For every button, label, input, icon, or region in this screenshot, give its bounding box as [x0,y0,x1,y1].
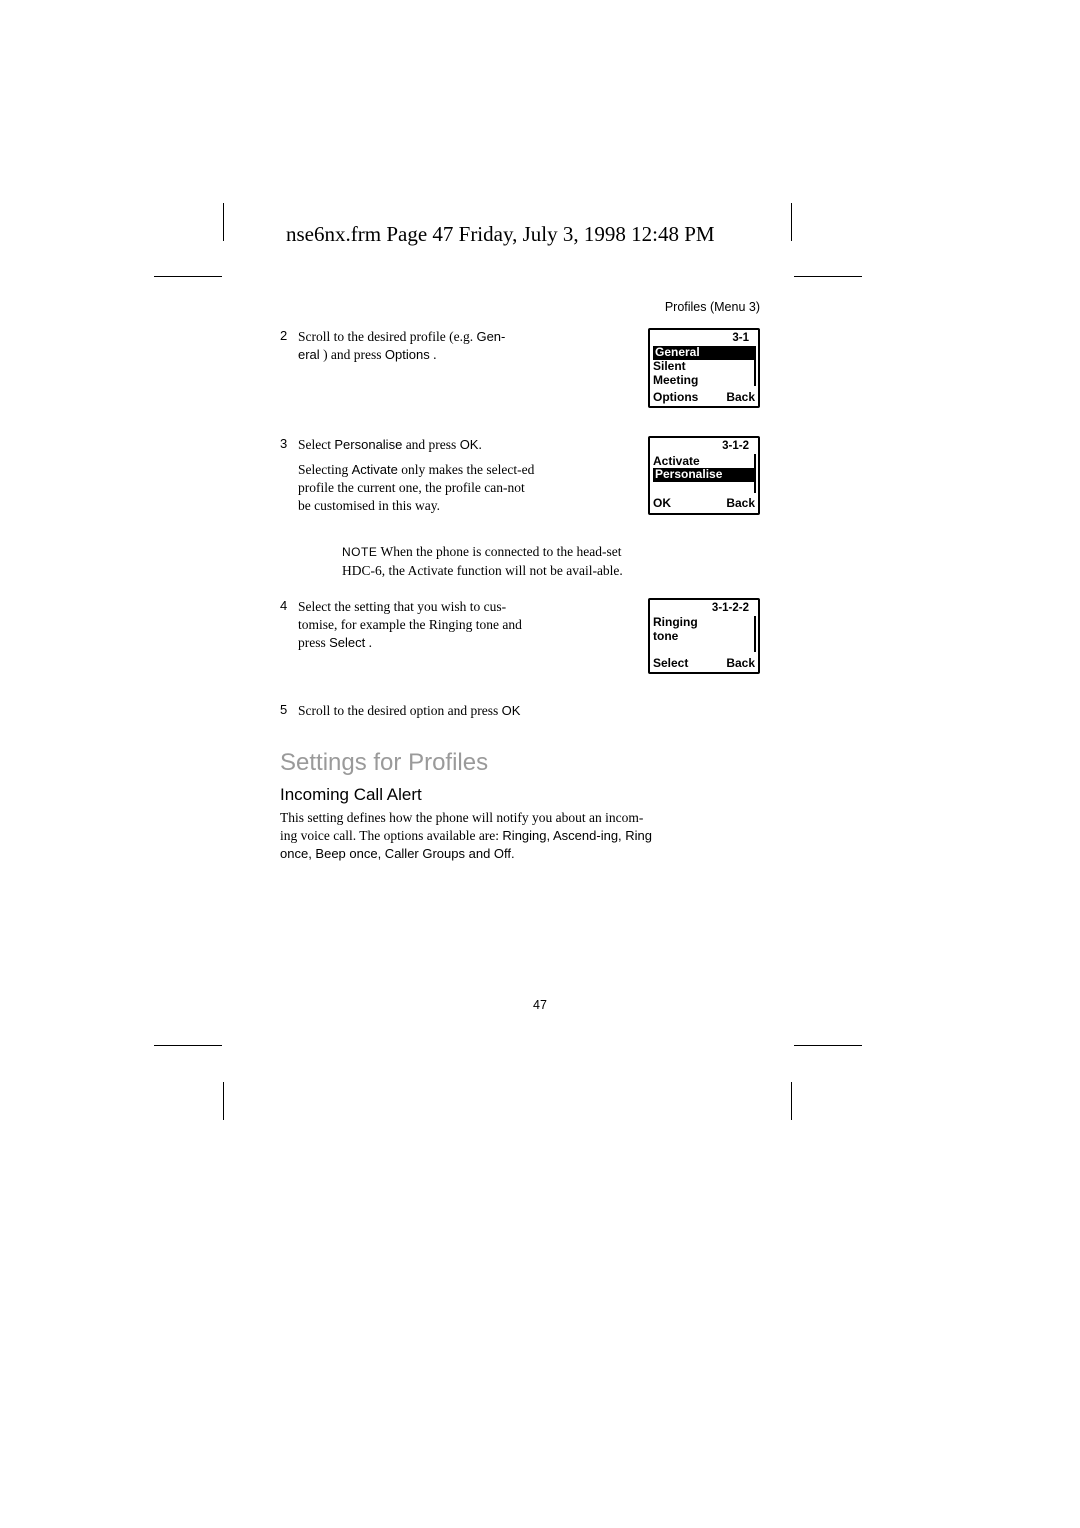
option-activate: Activate [653,455,755,469]
section-header: Profiles (Menu 3) [665,300,760,314]
profile-meeting: Meeting [653,374,755,388]
page-content: Profiles (Menu 3) 2 Scroll to the desire… [280,300,760,863]
section-heading: Settings for Profiles [280,749,760,777]
step-paragraph: Selecting Activate only makes the select… [298,461,538,516]
softkey-back: Back [726,391,755,405]
note-block: NOTE When the phone is connected to the … [330,543,760,579]
softkey-options: Options [653,391,698,405]
ringing-tone-label: Ringing [653,616,755,630]
softkey-back: Back [726,657,755,671]
ringing-tone-label2: tone [653,630,755,644]
crop-line-tl-v [223,203,224,241]
step-number: 4 [280,598,298,613]
sub-heading: Incoming Call Alert [280,785,760,805]
softkey-select: Select [653,657,688,671]
phone-screen-options: 3-1-2 Activate Personalise OK Back [648,436,760,515]
step-text: Scroll to the desired profile (e.g. Gen-… [298,328,505,364]
softkey-ok: OK [653,497,671,511]
option-personalise-selected: Personalise [653,468,755,482]
page-number: 47 [533,998,547,1012]
crop-line-br-v [791,1082,792,1120]
body-paragraph: This setting defines how the phone will … [280,809,660,864]
step-text: Select Personalise and press OK. [298,436,482,454]
crop-line-bl-h [154,1045,222,1046]
crop-line-tl-h [154,276,222,277]
softkey-back: Back [726,497,755,511]
profile-silent: Silent [653,360,755,374]
crop-line-tr-h [794,276,862,277]
profile-general-selected: General [653,346,755,360]
step-text: Select the setting that you wish to cus-… [298,598,538,653]
note-text: NOTE When the phone is connected to the … [342,543,652,579]
step-number: 3 [280,436,298,451]
phone-screen-ringing: 3-1-2-2 Ringing tone Select Back [648,598,760,675]
crop-line-tr-v [791,203,792,241]
step-number: 2 [280,328,298,343]
frm-header: nse6nx.frm Page 47 Friday, July 3, 1998 … [286,222,715,247]
phone-screen-profiles: 3-1 General Silent Meeting Options Back [648,328,760,408]
step-text: Scroll to the desired option and press O… [298,702,520,720]
step-number: 5 [280,702,298,717]
crop-line-br-h [794,1045,862,1046]
crop-line-bl-v [223,1082,224,1120]
